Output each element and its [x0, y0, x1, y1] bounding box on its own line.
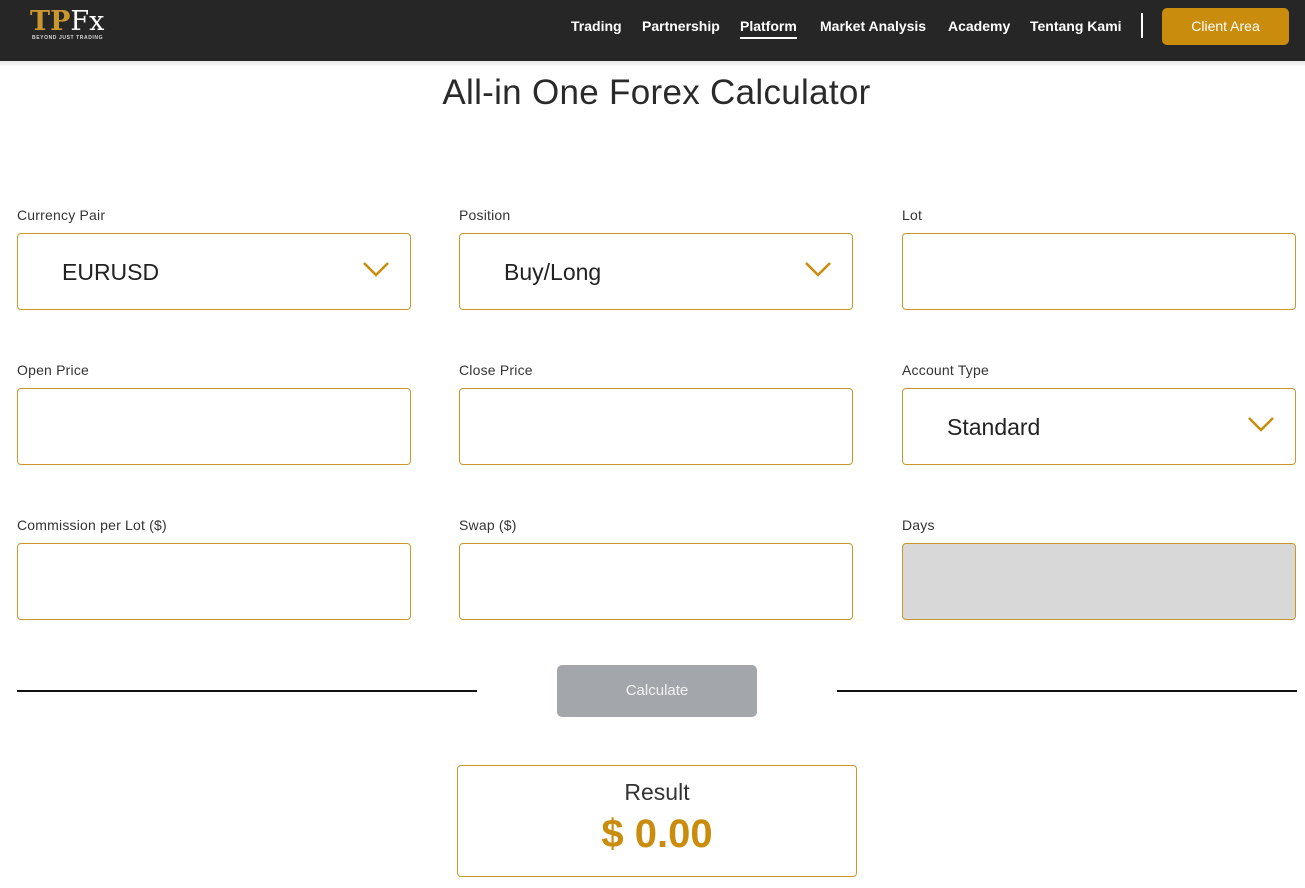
lot-field	[902, 233, 1296, 310]
currency-pair-select[interactable]: EURUSD	[17, 233, 411, 310]
header-shadow	[0, 61, 1305, 67]
open-price-input[interactable]	[18, 389, 410, 464]
result-value: $ 0.00	[601, 812, 713, 856]
commission-label: Commission per Lot ($)	[17, 517, 167, 533]
close-price-label: Close Price	[459, 362, 533, 378]
nav-item-trading[interactable]: Trading	[571, 18, 622, 34]
result-label: Result	[624, 779, 690, 805]
commission-input[interactable]	[18, 544, 410, 619]
close-price-input[interactable]	[460, 389, 852, 464]
days-field	[902, 543, 1296, 620]
chevron-down-icon	[805, 262, 831, 277]
position-label: Position	[459, 207, 511, 223]
logo-tagline: BEYOND JUST TRADING	[32, 35, 104, 41]
page-title: All-in One Forex Calculator	[442, 73, 871, 112]
swap-label: Swap ($)	[459, 517, 517, 533]
currency-pair-label: Currency Pair	[17, 207, 106, 223]
nav-item-platform[interactable]: Platform	[740, 18, 797, 39]
logo-wordmark: TPFx	[30, 6, 105, 37]
nav-item-partnership[interactable]: Partnership	[642, 18, 720, 34]
days-input	[903, 544, 1295, 619]
client-area-button[interactable]: Client Area	[1162, 8, 1289, 45]
nav-item-market-analysis[interactable]: Market Analysis	[820, 18, 926, 34]
open-price-field	[17, 388, 411, 465]
calculate-button[interactable]: Calculate	[557, 665, 757, 717]
nav-item-academy[interactable]: Academy	[948, 18, 1010, 34]
open-price-label: Open Price	[17, 362, 90, 378]
commission-field	[17, 543, 411, 620]
swap-input[interactable]	[460, 544, 852, 619]
position-value: Buy/Long	[504, 259, 602, 285]
swap-field	[459, 543, 853, 620]
account-type-label: Account Type	[902, 362, 989, 378]
divider-left	[17, 690, 477, 692]
lot-input[interactable]	[903, 234, 1295, 309]
divider-right	[837, 690, 1297, 692]
nav-item-tentang-kami[interactable]: Tentang Kami	[1030, 18, 1122, 34]
top-navbar: TPFx BEYOND JUST TRADING Trading Partner…	[0, 0, 1305, 61]
account-type-select[interactable]: Standard	[902, 388, 1296, 465]
result-panel: Result $ 0.00	[457, 765, 857, 877]
close-price-field	[459, 388, 853, 465]
account-type-value: Standard	[947, 414, 1041, 440]
chevron-down-icon	[363, 262, 389, 277]
lot-label: Lot	[902, 207, 923, 223]
currency-pair-value: EURUSD	[62, 259, 160, 285]
nav-divider	[1141, 13, 1143, 38]
tpfx-logo[interactable]: TPFx BEYOND JUST TRADING	[30, 7, 120, 43]
days-label: Days	[902, 517, 935, 533]
position-select[interactable]: Buy/Long	[459, 233, 853, 310]
chevron-down-icon	[1248, 417, 1274, 432]
